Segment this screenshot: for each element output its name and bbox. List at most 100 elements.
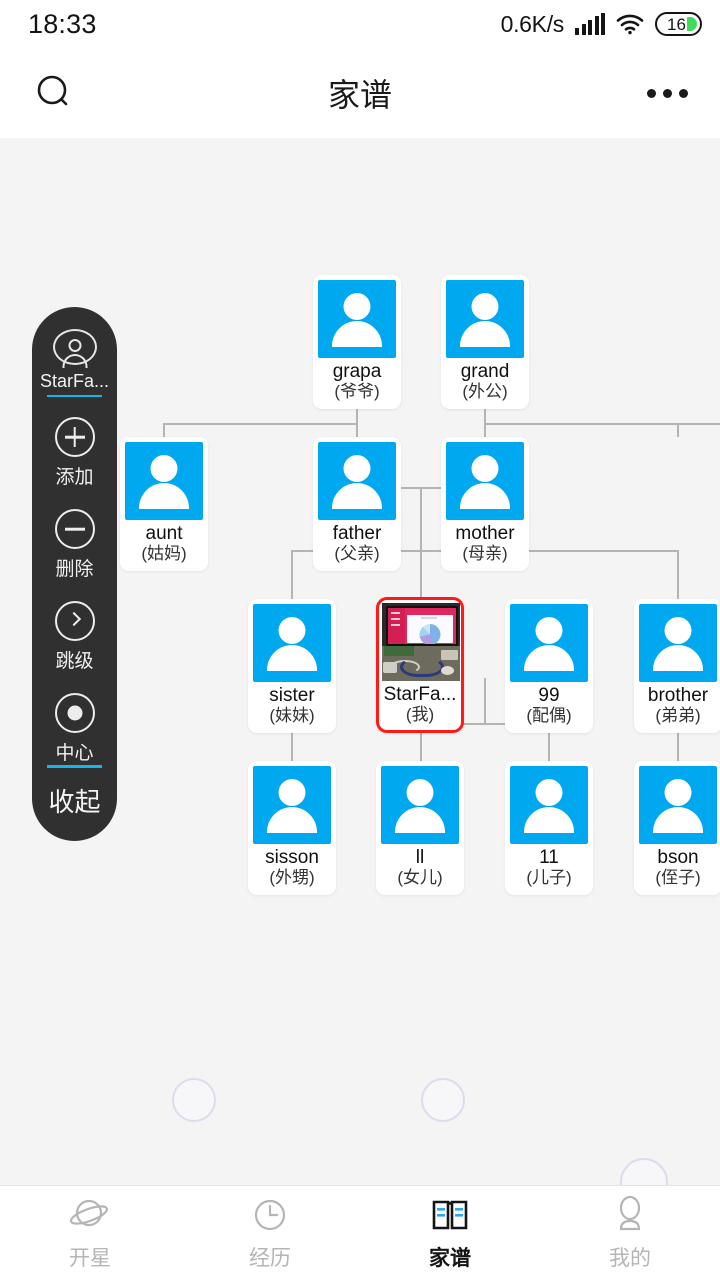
book-icon bbox=[429, 1194, 471, 1236]
person-icon bbox=[318, 442, 396, 520]
minus-circle-icon bbox=[54, 509, 95, 549]
toolbar-item-label: 删除 bbox=[55, 559, 94, 580]
person-icon bbox=[639, 604, 717, 682]
tree-node-relation: (妹妹) bbox=[269, 706, 315, 726]
toolbar-footer: 收起 bbox=[32, 765, 117, 841]
status-time: 18:33 bbox=[28, 8, 97, 39]
tab-label: 经历 bbox=[249, 1247, 291, 1270]
tree-node-name: 11 bbox=[539, 847, 559, 868]
connector-line bbox=[677, 731, 679, 761]
connector-line bbox=[677, 550, 679, 599]
toolbar-item-add[interactable]: 添加 bbox=[54, 417, 95, 489]
person-icon bbox=[253, 604, 331, 682]
toolbar-user-name: StarFa... bbox=[39, 370, 110, 388]
decorative-bubble bbox=[172, 1078, 216, 1122]
tree-node[interactable]: StarFa... (我) bbox=[376, 597, 464, 733]
tab-kaixing[interactable]: 开星 bbox=[0, 1194, 180, 1272]
tree-node-relation: (外公) bbox=[462, 382, 508, 402]
toolbar-item-skip-level[interactable]: 跳级 bbox=[54, 601, 95, 673]
tab-wode[interactable]: 我的 bbox=[540, 1194, 720, 1272]
tree-node[interactable]: sisson (外甥) bbox=[248, 761, 336, 895]
tree-node-name: aunt bbox=[145, 523, 183, 544]
toolbar-item-label: 中心 bbox=[55, 743, 94, 764]
photo-desk-monitor bbox=[382, 603, 460, 681]
person-icon bbox=[446, 442, 524, 520]
planet-icon bbox=[69, 1194, 111, 1236]
tree-node[interactable]: aunt (姑妈) bbox=[120, 437, 208, 571]
tree-node-relation: (外甥) bbox=[269, 868, 315, 888]
tree-node[interactable]: grand (外公) bbox=[441, 275, 529, 409]
connector-line bbox=[163, 423, 358, 425]
target-dot-icon bbox=[54, 693, 95, 733]
tree-node[interactable]: father (父亲) bbox=[313, 437, 401, 571]
connector-line bbox=[484, 423, 486, 437]
person-icon bbox=[125, 442, 203, 520]
tree-node-name: grand bbox=[460, 361, 510, 382]
decorative-bubble bbox=[421, 1078, 465, 1122]
tree-node-name: sisson bbox=[265, 847, 319, 868]
connector-line bbox=[677, 423, 679, 437]
tree-node[interactable]: 99 (配偶) bbox=[505, 599, 593, 733]
tree-node[interactable]: sister (妹妹) bbox=[248, 599, 336, 733]
toolbar-divider bbox=[47, 765, 102, 768]
connector-line bbox=[420, 550, 422, 597]
person-icon bbox=[446, 280, 524, 358]
person-icon bbox=[318, 280, 396, 358]
toolbar-item-center[interactable]: 中心 bbox=[54, 693, 95, 765]
tree-node-relation: (弟弟) bbox=[655, 706, 701, 726]
decorative-bubble bbox=[620, 1158, 668, 1185]
person-icon bbox=[639, 766, 717, 844]
toolbar-item-label: 跳级 bbox=[55, 651, 94, 672]
collapse-button[interactable]: 收起 bbox=[48, 782, 100, 819]
person-icon bbox=[381, 766, 459, 844]
tree-node-relation: (侄子) bbox=[655, 868, 701, 888]
battery-level-label: 16 bbox=[667, 14, 686, 34]
page-header: 家谱 bbox=[0, 48, 720, 138]
tab-jiapu[interactable]: 家谱 bbox=[360, 1194, 540, 1272]
tree-node[interactable]: bson (侄子) bbox=[634, 761, 720, 895]
tree-node[interactable]: grapa (爷爷) bbox=[313, 275, 401, 409]
user-avatar-icon[interactable] bbox=[52, 329, 97, 368]
more-options-icon[interactable] bbox=[647, 88, 688, 98]
tree-node-name: ll bbox=[415, 847, 425, 868]
tree-node-relation: (我) bbox=[405, 705, 435, 725]
bottom-tab-bar: 开星 经历 家谱 我的 bbox=[0, 1185, 720, 1280]
tree-node[interactable]: ll (女儿) bbox=[376, 761, 464, 895]
tree-node[interactable]: mother (母亲) bbox=[441, 437, 529, 571]
tree-node-relation: (爷爷) bbox=[334, 382, 380, 402]
chevron-right-circle-icon bbox=[54, 601, 95, 641]
tab-label: 我的 bbox=[609, 1247, 651, 1270]
signal-bars-icon bbox=[575, 13, 605, 35]
page-title: 家谱 bbox=[327, 77, 392, 113]
battery-fill bbox=[687, 17, 697, 31]
tree-node-name: grapa bbox=[332, 361, 382, 382]
tree-node-relation: (姑妈) bbox=[141, 544, 187, 564]
connector-line bbox=[420, 487, 422, 550]
tree-node-relation: (儿子) bbox=[526, 868, 572, 888]
connector-line bbox=[484, 423, 720, 425]
tree-node-relation: (配偶) bbox=[526, 706, 572, 726]
network-speed-label: 0.6K/s bbox=[500, 10, 565, 37]
wifi-icon bbox=[616, 13, 644, 35]
tab-jingli[interactable]: 经历 bbox=[180, 1194, 360, 1272]
tree-node[interactable]: brother (弟弟) bbox=[634, 599, 720, 733]
tree-node-name: sister bbox=[269, 685, 315, 706]
floating-toolbar: StarFa... 添加 删除 跳级 中心 收起 bbox=[32, 307, 117, 841]
status-bar: 18:33 0.6K/s 16 bbox=[0, 0, 720, 48]
toolbar-item-delete[interactable]: 删除 bbox=[54, 509, 95, 581]
tab-label: 开星 bbox=[69, 1247, 111, 1270]
person-icon bbox=[253, 766, 331, 844]
tree-node[interactable]: 11 (儿子) bbox=[505, 761, 593, 895]
tree-node-name: father bbox=[332, 523, 382, 544]
connector-line bbox=[163, 423, 165, 437]
connector-line bbox=[484, 678, 486, 725]
clock-icon bbox=[249, 1194, 291, 1236]
battery-icon: 16 bbox=[655, 12, 702, 36]
tree-node-name: mother bbox=[455, 523, 515, 544]
plus-circle-icon bbox=[54, 417, 95, 457]
tree-node-name: 99 bbox=[538, 685, 560, 706]
person-icon bbox=[510, 766, 588, 844]
tree-node-relation: (父亲) bbox=[334, 544, 380, 564]
tree-node-name: StarFa... bbox=[383, 684, 457, 705]
tree-node-name: bson bbox=[657, 847, 699, 868]
